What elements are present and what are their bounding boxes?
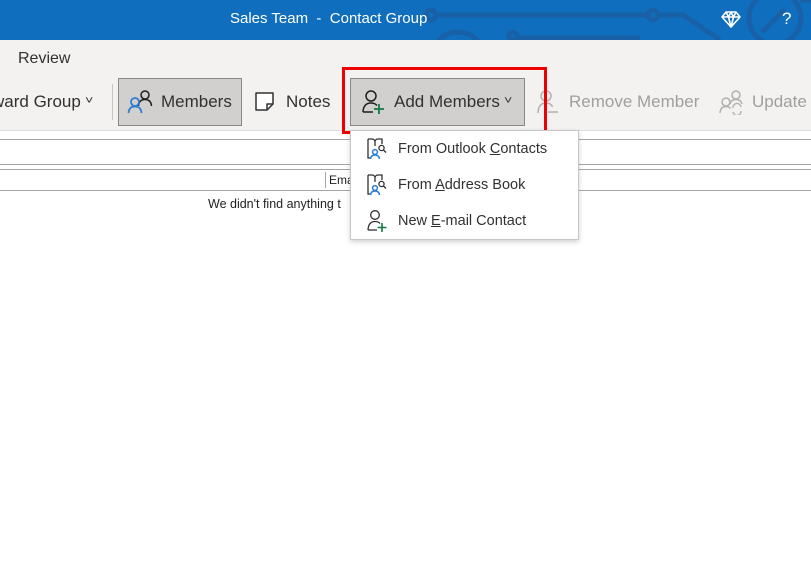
tab-review[interactable]: Review	[18, 50, 70, 68]
add-members-button[interactable]: Add Members ˅	[350, 78, 525, 126]
chevron-down-icon: ˅	[503, 95, 513, 107]
remove-person-icon	[535, 89, 561, 115]
address-book-icon	[366, 173, 388, 197]
empty-list-message: We didn't find anything t	[208, 197, 341, 211]
notes-button[interactable]: Notes	[252, 78, 330, 126]
members-label: Members	[161, 92, 232, 111]
menu-item-from-outlook-contacts[interactable]: From Outlook Contacts	[351, 132, 578, 166]
remove-member-label: Remove Member	[569, 92, 700, 111]
address-book-icon	[366, 137, 388, 161]
members-icon	[127, 89, 153, 115]
help-icon[interactable]: ?	[782, 9, 791, 29]
menu-item-new-email-contact[interactable]: New E-mail Contact	[351, 204, 578, 238]
add-members-label: Add Members	[394, 92, 500, 111]
update-members-icon	[718, 89, 744, 117]
menu-item-label: From Outlook Contacts	[398, 141, 548, 157]
members-button[interactable]: Members	[118, 78, 242, 126]
forward-group-label: ward Group	[0, 92, 81, 111]
add-members-menu: From Outlook Contacts From Address Book …	[350, 130, 579, 240]
add-person-icon	[360, 89, 386, 115]
remove-member-button[interactable]: Remove Member	[535, 78, 699, 126]
notes-label: Notes	[286, 92, 331, 111]
forward-group-button[interactable]: ward Group ˅	[0, 78, 94, 126]
diamond-icon[interactable]	[721, 9, 741, 29]
menu-item-label: From Address Book	[398, 177, 526, 193]
chevron-down-icon: ˅	[84, 95, 94, 107]
menu-item-label: New E-mail Contact	[398, 213, 527, 229]
menu-item-from-address-book[interactable]: From Address Book	[351, 168, 578, 202]
ribbon: Review ward Group ˅ Members Notes Add Me…	[0, 40, 811, 131]
add-person-icon	[366, 209, 388, 233]
ribbon-separator	[112, 84, 113, 120]
title-bar: Sales Team - Contact Group ?	[0, 0, 811, 40]
update-label: Update	[752, 92, 807, 111]
update-button[interactable]: Update	[718, 78, 807, 126]
note-icon	[252, 89, 278, 115]
window-title: Sales Team - Contact Group	[230, 10, 428, 27]
column-divider[interactable]	[325, 172, 326, 188]
